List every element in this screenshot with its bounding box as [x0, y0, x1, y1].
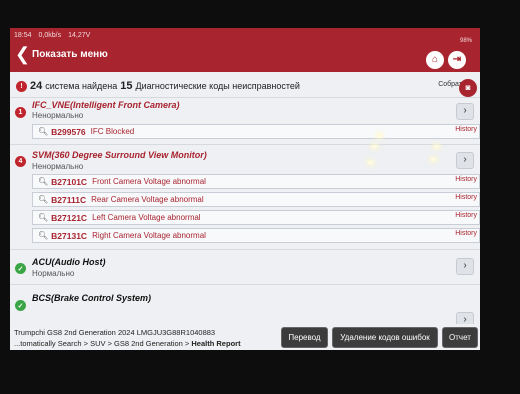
check-icon: ✓ [15, 300, 26, 311]
divider [10, 249, 480, 250]
divider [10, 284, 480, 285]
battery-level: 98% [459, 38, 472, 44]
fault-count-badge: 4 [15, 156, 26, 167]
codes-count: 15 [120, 80, 133, 92]
bottom-bar: Trumpchi GS8 2nd Generation 2024 LMGJU3G… [10, 324, 480, 350]
system-state: Нормально [32, 269, 75, 278]
fault-count-badge: 1 [15, 107, 26, 118]
history-link[interactable]: History [455, 126, 477, 133]
dtc-description: Rear Camera Voltage abnormal [91, 195, 204, 204]
search-icon[interactable]: 🔍︎ [38, 177, 48, 186]
system-state: Ненормально [32, 162, 84, 171]
dtc-code: B27131C [51, 230, 88, 241]
screenshot-camera-icon[interactable]: ◙ [459, 79, 477, 97]
history-link[interactable]: History [455, 230, 477, 237]
systems-count: 24 [30, 80, 43, 92]
status-voltage: 14,27V [68, 32, 91, 39]
scan-summary: ! 24 система найдена 15 Диагностические … [16, 78, 476, 94]
translate-button[interactable]: Перевод [281, 327, 328, 348]
home-icon[interactable]: ⌂ [426, 51, 444, 69]
check-icon: ✓ [15, 263, 26, 274]
system-name: BCS(Brake Control System) [32, 293, 152, 303]
chevron-right-icon[interactable]: › [456, 258, 474, 275]
screen-glare [372, 145, 377, 148]
history-link[interactable]: History [455, 194, 477, 201]
search-icon[interactable]: 🔍︎ [38, 195, 48, 204]
vehicle-info: Trumpchi GS8 2nd Generation 2024 LMGJU3G… [14, 328, 216, 337]
history-link[interactable]: History [455, 212, 477, 219]
dtc-row[interactable]: 🔍︎ B27111C Rear Camera Voltage abnormal … [32, 192, 480, 207]
breadcrumb-path: ...tomatically Search > SUV > GS8 2nd Ge… [14, 339, 192, 348]
breadcrumb: ...tomatically Search > SUV > GS8 2nd Ge… [14, 339, 241, 348]
tablet-screen: 18:54 0,0kb/s 14,27V 98% ❮ Показать меню… [10, 28, 480, 350]
status-time: 18:54 [14, 32, 32, 39]
dtc-code: B299576 [51, 126, 86, 137]
app-header: 18:54 0,0kb/s 14,27V 98% ❮ Показать меню… [10, 28, 480, 72]
screen-glare [431, 158, 436, 161]
codes-text: Диагностические коды неисправностей [135, 81, 300, 91]
dtc-code: B27101C [51, 176, 88, 187]
dtc-row[interactable]: 🔍︎ B299576 IFC Blocked History [32, 124, 480, 139]
screen-glare [368, 161, 373, 164]
dtc-row[interactable]: 🔍︎ B27121C Left Camera Voltage abnormal … [32, 210, 480, 225]
system-state: Ненормально [32, 111, 84, 120]
chevron-right-icon[interactable]: › [456, 103, 474, 120]
screen-glare [377, 134, 382, 137]
chevron-right-icon[interactable]: › [456, 152, 474, 169]
divider [10, 144, 480, 145]
dtc-description: IFC Blocked [90, 127, 135, 136]
search-icon[interactable]: 🔍︎ [38, 127, 48, 136]
dtc-description: Front Camera Voltage abnormal [92, 177, 206, 186]
dtc-code: B27111C [51, 194, 87, 205]
screen-glare [434, 145, 439, 148]
status-bar: 18:54 0,0kb/s 14,27V [14, 32, 90, 39]
dtc-row[interactable]: 🔍︎ B27131C Right Camera Voltage abnormal… [32, 228, 480, 243]
exit-icon[interactable]: ⇥ [448, 51, 466, 69]
systems-text: система найдена [45, 81, 118, 91]
system-name: IFC_VNE(Intelligent Front Camera) [32, 100, 180, 110]
breadcrumb-current: Health Report [191, 339, 241, 348]
status-network: 0,0kb/s [38, 32, 62, 39]
history-link[interactable]: History [455, 176, 477, 183]
divider [10, 97, 480, 98]
dtc-description: Right Camera Voltage abnormal [92, 231, 206, 240]
report-button[interactable]: Отчет [442, 327, 478, 348]
fault-summary-icon: ! [16, 80, 27, 92]
system-name: SVM(360 Degree Surround View Monitor) [32, 150, 207, 160]
page-title: Показать меню [32, 49, 108, 60]
back-arrow-icon[interactable]: ❮ [15, 45, 30, 63]
dtc-code: B27121C [51, 212, 88, 223]
dtc-description: Left Camera Voltage abnormal [92, 213, 201, 222]
clear-codes-button[interactable]: Удаление кодов ошибок [332, 327, 438, 348]
search-icon[interactable]: 🔍︎ [38, 231, 48, 240]
system-name: ACU(Audio Host) [32, 257, 106, 267]
dtc-row[interactable]: 🔍︎ B27101C Front Camera Voltage abnormal… [32, 174, 480, 189]
search-icon[interactable]: 🔍︎ [38, 213, 48, 222]
